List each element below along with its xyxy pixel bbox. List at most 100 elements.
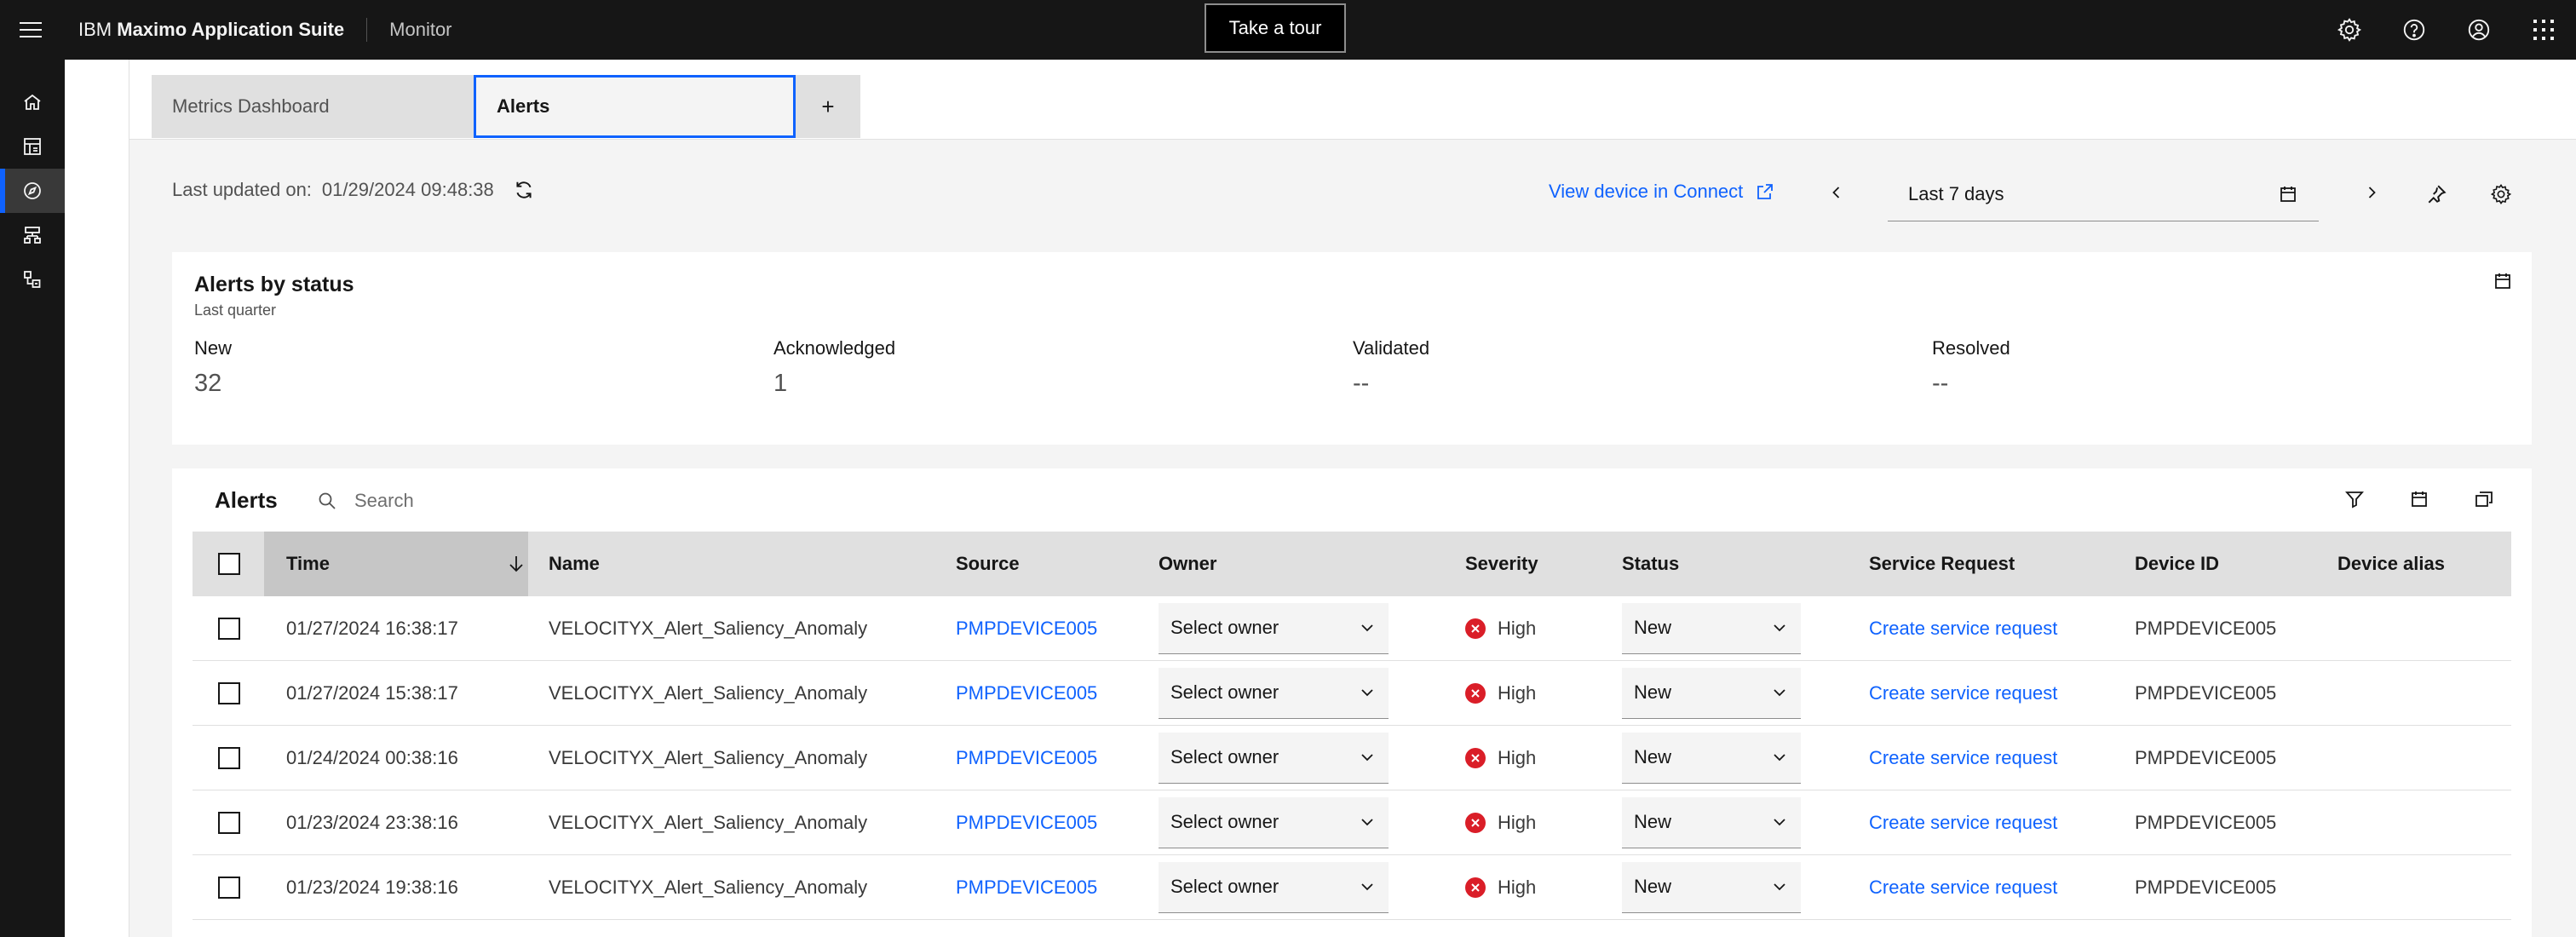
status-dropdown-label: New — [1634, 617, 1672, 638]
view-device-in-connect-link[interactable]: View device in Connect — [1549, 181, 1775, 203]
last-updated-label: Last updated on: — [172, 179, 312, 200]
source-link[interactable]: PMPDEVICE005 — [956, 661, 1097, 725]
hamburger-menu-icon[interactable] — [0, 0, 61, 60]
column-header-severity[interactable]: Severity — [1465, 532, 1538, 596]
filter-icon[interactable] — [2337, 482, 2372, 516]
date-range-value: Last 7 days — [1908, 182, 2004, 204]
source-link[interactable]: PMPDEVICE005 — [956, 790, 1097, 854]
source-link[interactable]: PMPDEVICE005 — [956, 726, 1097, 790]
column-header-device-alias[interactable]: Device alias — [2337, 532, 2445, 596]
row-checkbox[interactable] — [218, 661, 240, 725]
create-service-request-link[interactable]: Create service request — [1869, 726, 2057, 790]
create-service-request-link[interactable]: Create service request — [1869, 596, 2057, 660]
take-a-tour-button[interactable]: Take a tour — [1205, 3, 1346, 53]
search-input[interactable]: Search — [317, 477, 828, 525]
help-icon[interactable] — [2382, 0, 2447, 60]
owner-dropdown[interactable]: Select owner — [1159, 790, 1389, 854]
data-structure-icon[interactable] — [0, 257, 65, 302]
column-header-status[interactable]: Status — [1622, 532, 1679, 596]
owner-dropdown-label: Select owner — [1170, 876, 1279, 897]
column-header-name[interactable]: Name — [549, 532, 600, 596]
status-dropdown[interactable]: New — [1622, 661, 1801, 725]
chevron-down-icon — [1361, 819, 1373, 826]
severity-indicator: High — [1465, 726, 1536, 790]
stat-new: New 32 — [194, 337, 232, 398]
chevron-down-icon — [1361, 689, 1373, 697]
column-header-owner[interactable]: Owner — [1159, 532, 1216, 596]
cell-time: 01/23/2024 19:38:16 — [286, 876, 458, 898]
tab-alerts[interactable]: Alerts — [474, 75, 796, 138]
cell-device-id: PMPDEVICE005 — [2135, 811, 2277, 833]
date-range-picker[interactable]: Last 7 days — [1888, 167, 2319, 221]
pin-icon[interactable] — [2419, 177, 2453, 211]
tab-metrics-dashboard[interactable]: Metrics Dashboard — [152, 75, 475, 138]
hierarchy-icon[interactable] — [0, 213, 65, 257]
chevron-down-icon — [1774, 754, 1785, 762]
status-dropdown[interactable]: New — [1622, 726, 1801, 790]
brand-name: Maximo Application Suite — [117, 19, 345, 40]
refresh-icon[interactable] — [513, 179, 535, 201]
dashboard-icon[interactable] — [0, 124, 65, 169]
row-checkbox[interactable] — [218, 726, 240, 790]
calendar-icon — [2280, 186, 2296, 202]
product-brand[interactable]: IBM Maximo Application Suite — [61, 19, 366, 41]
chevron-down-icon — [1361, 883, 1373, 891]
search-placeholder: Search — [354, 490, 414, 511]
expand-icon[interactable] — [2467, 482, 2501, 516]
previous-range-chevron-icon[interactable] — [1821, 177, 1852, 208]
create-service-request-link[interactable]: Create service request — [1869, 661, 2057, 725]
cell-device-id: PMPDEVICE005 — [2135, 617, 2277, 639]
error-filled-icon — [1465, 877, 1486, 898]
column-header-service-request[interactable]: Service Request — [1869, 532, 2015, 596]
create-service-request-link[interactable]: Create service request — [1869, 855, 2057, 919]
calendar-icon[interactable] — [2493, 271, 2513, 296]
status-dropdown[interactable]: New — [1622, 855, 1801, 919]
table-row: 01/27/2024 15:38:17 VELOCITYX_Alert_Sali… — [193, 661, 2511, 726]
source-link[interactable]: PMPDEVICE005 — [956, 855, 1097, 919]
chevron-down-icon — [1774, 883, 1785, 891]
stat-label: Validated — [1353, 337, 1430, 359]
table-row: 01/23/2024 23:38:16 VELOCITYX_Alert_Sali… — [193, 790, 2511, 855]
stat-value: -- — [1353, 370, 1370, 397]
cell-device-id: PMPDEVICE005 — [2135, 876, 2277, 898]
cell-name: VELOCITYX_Alert_Saliency_Anomaly — [549, 876, 868, 898]
error-filled-icon — [1465, 682, 1486, 704]
gear-icon[interactable] — [2317, 0, 2382, 60]
owner-dropdown-label: Select owner — [1170, 746, 1279, 767]
next-range-chevron-icon[interactable] — [2356, 177, 2387, 208]
owner-dropdown[interactable]: Select owner — [1159, 855, 1389, 919]
severity-label: High — [1498, 811, 1537, 833]
select-all-checkbox[interactable] — [218, 532, 240, 596]
card-subtitle: Last quarter — [194, 302, 277, 319]
owner-dropdown[interactable]: Select owner — [1159, 596, 1389, 660]
severity-indicator: High — [1465, 596, 1536, 660]
create-service-request-link[interactable]: Create service request — [1869, 790, 2057, 854]
stat-label: New — [194, 337, 233, 359]
owner-dropdown[interactable]: Select owner — [1159, 661, 1389, 725]
row-checkbox[interactable] — [218, 596, 240, 660]
table-row: 01/24/2024 00:38:16 VELOCITYX_Alert_Sali… — [193, 726, 2511, 790]
row-checkbox[interactable] — [218, 790, 240, 854]
dashboard-settings-gear-icon[interactable] — [2484, 177, 2518, 211]
launch-icon — [1757, 184, 1774, 199]
column-header-time[interactable]: Time — [286, 532, 525, 596]
status-dropdown-label: New — [1634, 876, 1672, 897]
calendar-icon[interactable] — [2402, 482, 2436, 516]
column-header-device-id[interactable]: Device ID — [2135, 532, 2219, 596]
status-dropdown[interactable]: New — [1622, 790, 1801, 854]
source-link[interactable]: PMPDEVICE005 — [956, 596, 1097, 660]
column-header-source[interactable]: Source — [956, 532, 1020, 596]
add-tab-button[interactable]: + — [796, 75, 860, 138]
user-avatar-icon[interactable] — [2447, 0, 2511, 60]
chevron-down-icon — [1361, 624, 1373, 632]
row-checkbox[interactable] — [218, 855, 240, 919]
home-icon[interactable] — [0, 80, 65, 124]
status-dropdown[interactable]: New — [1622, 596, 1801, 660]
card-title: Alerts by status — [194, 273, 354, 296]
compass-icon[interactable] — [0, 169, 65, 213]
error-filled-icon — [1465, 618, 1486, 639]
app-switcher-icon[interactable] — [2511, 0, 2576, 60]
search-icon — [319, 492, 336, 509]
stat-resolved: Resolved -- — [1932, 337, 2010, 398]
owner-dropdown[interactable]: Select owner — [1159, 726, 1389, 790]
